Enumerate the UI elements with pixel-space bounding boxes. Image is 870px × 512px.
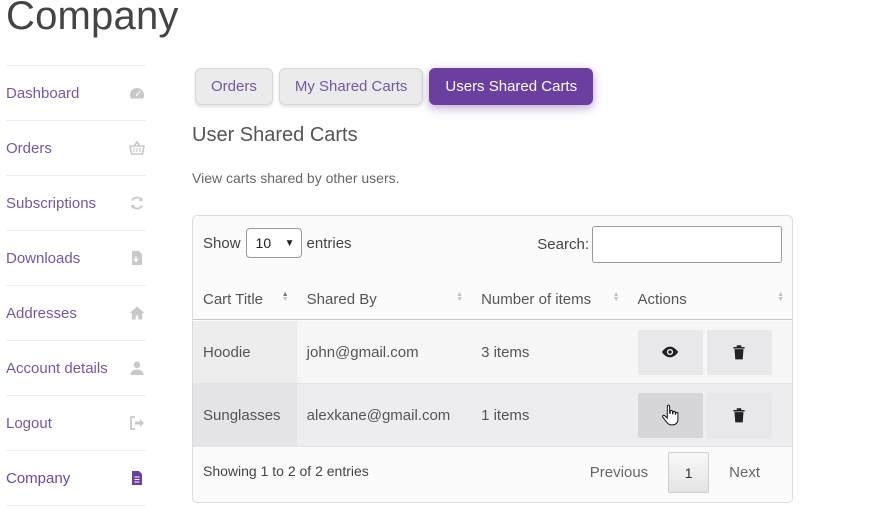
column-label: Number of items [481,290,592,308]
section-title: User Shared Carts [192,124,358,146]
sidebar-item-label: Addresses [6,304,77,322]
shared-carts-tabs: Orders My Shared Carts Users Shared Cart… [195,68,594,105]
sidebar-divider [6,505,146,506]
view-cart-button[interactable] [637,329,703,375]
table-row: Sunglasses alexkane@gmail.com 1 items [193,384,792,447]
home-icon [128,304,146,322]
cart-title-cell: Hoodie [193,321,297,383]
view-cart-button[interactable] [637,392,703,438]
sidebar-item-logout[interactable]: Logout [6,395,146,450]
sidebar-item-downloads[interactable]: Downloads [6,230,146,285]
tab-orders[interactable]: Orders [195,68,273,105]
sidebar-item-label: Company [6,469,71,487]
hand-cursor-icon [662,404,679,426]
sort-icon: ▲ ▼ [612,291,620,303]
tab-users-shared-carts[interactable]: Users Shared Carts [429,68,594,105]
sort-icon: ▲ ▼ [281,291,289,303]
user-icon [128,359,146,377]
search-control: Search: [537,226,782,263]
sidebar-item-dashboard[interactable]: Dashboard [6,65,146,120]
page-1-button[interactable]: 1 [668,452,710,493]
item-count-cell: 3 items [481,343,530,361]
section-description: View carts shared by other users. [192,170,400,186]
sidebar-item-label: Downloads [6,249,81,267]
sidebar-item-label: Account details [6,359,108,377]
trash-icon [733,408,745,423]
chevron-down-icon: ▼ [284,237,295,249]
sidebar-item-label: Dashboard [6,84,80,102]
trash-icon [733,345,745,360]
account-sidebar: Dashboard Orders Subscriptions Downloads… [6,65,146,506]
table-header: Cart Title ▲ ▼ Shared By ▲ ▼ Number of ite… [193,279,792,320]
sort-icon: ▲ ▼ [456,291,464,303]
column-label: Actions [637,290,687,308]
page-size-value: 10 [255,235,272,251]
cart-title-cell: Sunglasses [193,384,297,446]
refresh-icon [128,194,146,212]
sidebar-item-label: Logout [6,414,52,432]
page-title: Company [6,0,179,38]
column-header-actions[interactable]: Actions ▲ ▼ [628,279,792,319]
delete-cart-button[interactable] [706,329,772,375]
sidebar-item-label: Subscriptions [6,194,97,212]
sign-out-icon [128,414,146,432]
table-info: Showing 1 to 2 of 2 entries [203,463,369,479]
sidebar-item-orders[interactable]: Orders [6,120,146,175]
sidebar-item-subscriptions[interactable]: Subscriptions [6,175,146,230]
previous-page-button[interactable]: Previous [570,464,668,481]
eye-icon [661,346,679,358]
sidebar-item-addresses[interactable]: Addresses [6,285,146,340]
column-label: Shared By [306,290,377,308]
pagination: Previous 1 Next [570,452,780,493]
shared-by-cell: alexkane@gmail.com [306,406,451,424]
page-size-control: Show 10 ▼ entries [203,228,352,258]
search-input[interactable] [592,226,782,263]
entries-label: entries [306,234,352,252]
search-label: Search: [537,236,589,253]
shared-by-cell: john@gmail.com [306,343,419,361]
column-header-cart-title[interactable]: Cart Title ▲ ▼ [193,279,297,319]
column-label: Cart Title [203,290,264,308]
sidebar-item-company[interactable]: Company [6,450,146,505]
column-header-number-of-items[interactable]: Number of items ▲ ▼ [471,279,627,319]
actions-cell [628,321,792,383]
page-size-select[interactable]: 10 ▼ [245,228,302,258]
actions-cell [628,384,792,446]
table-row: Hoodie john@gmail.com 3 items [193,321,792,384]
show-label: Show [203,234,241,252]
sidebar-item-account-details[interactable]: Account details [6,340,146,395]
next-page-button[interactable]: Next [709,464,780,481]
delete-cart-button[interactable] [706,392,772,438]
basket-icon [128,139,146,157]
file-download-icon [128,249,146,267]
tab-my-shared-carts[interactable]: My Shared Carts [278,68,424,105]
document-icon [128,469,146,487]
sidebar-item-label: Orders [6,139,52,157]
item-count-cell: 1 items [481,406,530,424]
column-header-shared-by[interactable]: Shared By ▲ ▼ [297,279,471,319]
sort-icon: ▲ ▼ [777,291,784,303]
dashboard-icon [128,84,146,102]
shared-carts-table: Show 10 ▼ entries Search: Cart Title ▲ ▼ … [192,215,793,503]
